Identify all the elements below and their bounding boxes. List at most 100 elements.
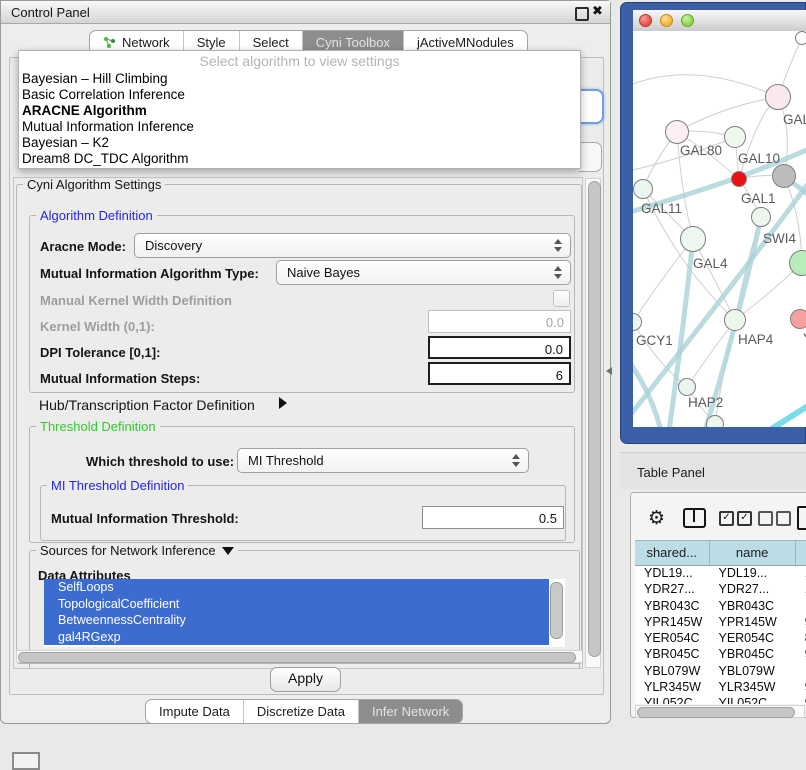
network-node-GAL4[interactable]	[680, 226, 706, 252]
zoom-traffic-light[interactable]	[681, 14, 694, 27]
columns-icon[interactable]	[683, 508, 706, 528]
column-header[interactable]	[796, 541, 806, 565]
control-panel-window: Control Panel ✖ NetworkStyleSelectCyni T…	[0, 0, 611, 724]
table-row[interactable]: YPR145WYPR145W9.	[635, 615, 806, 631]
table-row[interactable]: YDL19...YDL19...13	[635, 566, 806, 582]
tab-infer-network[interactable]: Infer Network	[359, 700, 462, 723]
algorithm-option[interactable]: Bayesian – K2	[19, 135, 580, 151]
tab-label: Infer Network	[372, 704, 449, 719]
aracne-mode-combo[interactable]: Discovery	[134, 233, 571, 258]
which-threshold-value: MI Threshold	[248, 453, 324, 468]
apply-button[interactable]: Apply	[270, 667, 341, 692]
tab-impute-data[interactable]: Impute Data	[146, 700, 244, 723]
node-label-pink-top: GAL	[783, 112, 806, 127]
table-panel-header: Table Panel	[620, 452, 806, 489]
which-threshold-combo[interactable]: MI Threshold	[237, 448, 529, 473]
table-cell: YBR043C	[635, 599, 709, 615]
network-node-GAL11[interactable]	[633, 179, 653, 199]
node-label-HAP2: HAP2	[688, 395, 723, 410]
network-node-GAL80[interactable]	[665, 120, 689, 144]
settings-gear-icon[interactable]: ⚙	[648, 507, 665, 530]
expand-right-icon[interactable]	[279, 397, 287, 409]
algorithm-option[interactable]: Bayesian – Hill Climbing	[19, 71, 580, 87]
minimize-traffic-light[interactable]	[660, 14, 673, 27]
control-panel-title: Control Panel	[11, 5, 90, 20]
select-all-icon[interactable]: ✓✓	[719, 510, 755, 528]
algorithm-option[interactable]: Mutual Information Inference	[19, 119, 580, 135]
collapse-down-icon[interactable]	[222, 547, 234, 555]
close-icon[interactable]: ✖	[592, 3, 603, 19]
settings-hscrollbar[interactable]	[16, 650, 583, 663]
attribute-item[interactable]: gal4RGexp	[44, 629, 549, 646]
network-edge[interactable]	[633, 75, 778, 97]
network-edge[interactable]	[677, 97, 778, 132]
table-cell: YPR145W	[709, 615, 795, 631]
dpi-tolerance-field[interactable]: 0.0	[428, 336, 571, 359]
panel-splitter-handle[interactable]	[606, 367, 612, 375]
attribute-item[interactable]: BetweennessCentrality	[44, 612, 549, 629]
network-node-bottom-node[interactable]	[706, 415, 724, 427]
algorithm-definition-title: Algorithm Definition	[36, 208, 157, 223]
table-cell: 8.	[796, 631, 806, 647]
table-row[interactable]: YIL052CYIL052C9	[635, 696, 806, 704]
algorithm-option[interactable]: Basic Correlation Inference	[19, 87, 580, 103]
column-header[interactable]: shared...	[635, 541, 710, 565]
tab-discretize-data[interactable]: Discretize Data	[244, 700, 359, 723]
attributes-scrollbar[interactable]	[550, 582, 563, 639]
settings-scrollpane: Cyni Algorithm Settings Algorithm Defini…	[13, 177, 583, 669]
network-node-HAP4[interactable]	[724, 309, 746, 331]
table-cell	[796, 599, 806, 615]
table-cell: YDR27...	[635, 582, 709, 598]
network-node-GAL1[interactable]	[731, 171, 747, 187]
network-node-GAL10[interactable]	[724, 126, 746, 148]
mi-algorithm-type-combo[interactable]: Naive Bayes	[276, 260, 571, 285]
attribute-item[interactable]: SelfLoops	[44, 579, 549, 596]
threshold-definition-group: Threshold Definition Which threshold to …	[29, 426, 575, 543]
column-header[interactable]: name	[710, 541, 796, 565]
mi-type-label: Mutual Information Algorithm Type:	[40, 266, 259, 281]
table-row[interactable]: YDR27...YDR27...12	[635, 582, 806, 598]
table-hscrollbar[interactable]	[635, 705, 805, 718]
network-node-HAP2[interactable]	[678, 378, 696, 396]
network-canvas[interactable]: GALGAL80GAL10GAL1SWI4GAL11GAL4GCY1HAP4YH…	[633, 31, 806, 427]
which-threshold-label: Which threshold to use:	[86, 454, 234, 469]
kernel-width-field[interactable]: 0.0	[428, 310, 571, 333]
table-cell	[796, 664, 806, 680]
hub-section-label[interactable]: Hub/Transcription Factor Definition	[39, 397, 255, 413]
table-cell: YPR145W	[635, 615, 709, 631]
algorithm-option[interactable]: ARACNE Algorithm	[19, 103, 580, 119]
table-row[interactable]: YER054CYER054C8.	[635, 631, 806, 647]
algorithm-list: Bayesian – Hill ClimbingBasic Correlatio…	[19, 71, 580, 167]
data-attributes-list: SelfLoopsTopologicalCoefficientBetweenne…	[44, 579, 565, 647]
table-cell: 9.	[796, 680, 806, 696]
algorithm-option[interactable]: Dream8 DC_TDC Algorithm	[19, 151, 580, 167]
table-row[interactable]: YBR043CYBR043C	[635, 599, 806, 615]
network-node-SWI4[interactable]	[751, 207, 771, 227]
network-node-pink-top[interactable]	[765, 84, 791, 110]
network-edge[interactable]	[765, 399, 806, 427]
table-row[interactable]: YLR345WYLR345W9.	[635, 680, 806, 696]
deselect-all-icon[interactable]	[758, 510, 794, 528]
network-icon	[103, 36, 116, 49]
float-window-icon[interactable]	[575, 7, 589, 21]
tab-label: Impute Data	[159, 704, 230, 719]
network-node-top-partial[interactable]	[795, 31, 806, 45]
control-panel-titlebar: Control Panel ✖	[1, 1, 610, 24]
mi-threshold-field[interactable]: 0.5	[422, 506, 564, 529]
attribute-item[interactable]: TopologicalCoefficient	[44, 596, 549, 613]
network-node-salmon-node[interactable]	[790, 309, 806, 329]
manual-kernel-checkbox[interactable]	[553, 290, 570, 307]
export-table-icon[interactable]	[797, 506, 806, 530]
settings-vscrollbar[interactable]	[585, 178, 601, 668]
table-row[interactable]: YBL079WYBL079W	[635, 664, 806, 680]
minimized-panel-button[interactable]	[12, 752, 40, 770]
tab-label: Cyni Toolbox	[316, 35, 390, 50]
close-traffic-light[interactable]	[639, 14, 652, 27]
node-label-GAL80: GAL80	[680, 143, 722, 158]
table-cell: 9.	[796, 647, 806, 663]
mi-steps-field[interactable]: 6	[428, 362, 571, 385]
network-node-gray-node[interactable]	[772, 164, 796, 188]
table-row[interactable]: YBR045CYBR045C9.	[635, 647, 806, 663]
network-edge[interactable]	[633, 359, 661, 427]
network-titlebar[interactable]	[633, 10, 806, 32]
